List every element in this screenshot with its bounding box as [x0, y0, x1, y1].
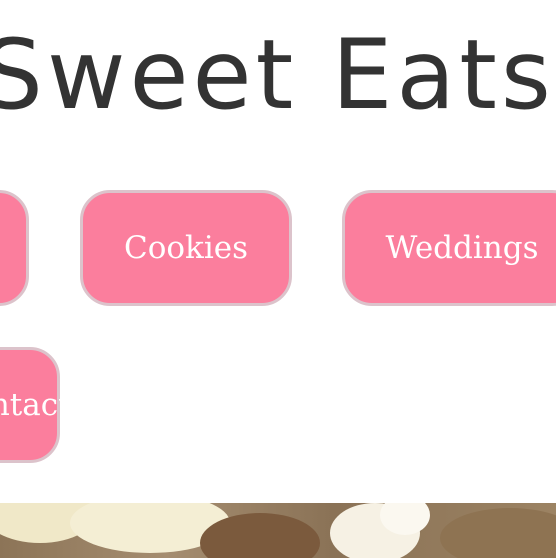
nav-button-contact[interactable]: Contact — [0, 347, 71, 463]
nav-button-weddings[interactable]: Weddings — [342, 190, 556, 306]
page: Sweet Eats Cookies Weddings Contact — [0, 0, 556, 558]
nav-button-cookies[interactable]: Cookies — [80, 190, 292, 306]
hero-cupcake-image — [0, 503, 556, 558]
site-title: Sweet Eats — [0, 19, 555, 131]
nav-button-contact-label: Contact — [0, 387, 71, 423]
nav-button-partial[interactable] — [0, 190, 29, 306]
